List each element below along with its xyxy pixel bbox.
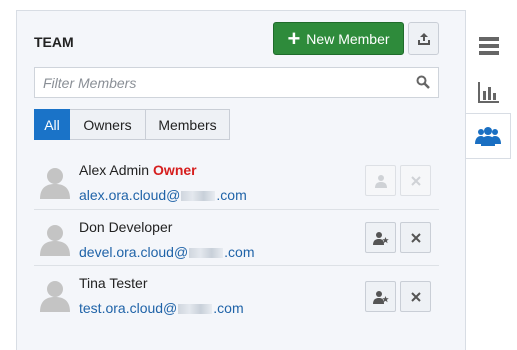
filter-owners-tab[interactable]: Owners <box>70 109 146 140</box>
list-view-tab[interactable] <box>466 26 511 66</box>
close-icon <box>410 291 421 302</box>
remove-member-button[interactable] <box>400 165 431 196</box>
filter-members-tab[interactable]: Members <box>146 109 230 140</box>
upload-button[interactable] <box>408 22 439 55</box>
member-email[interactable]: devel.ora.cloud@ .com <box>79 244 255 260</box>
person-icon <box>374 174 387 188</box>
member-row: Tina Tester test.ora.cloud@ .com <box>34 265 439 320</box>
make-owner-button[interactable] <box>365 281 396 312</box>
make-owner-button[interactable] <box>365 222 396 253</box>
team-tab[interactable] <box>466 113 511 159</box>
filter-members-field[interactable] <box>34 67 439 98</box>
person-star-icon <box>372 231 389 245</box>
member-email[interactable]: test.ora.cloud@ .com <box>79 300 244 316</box>
redacted-domain <box>178 304 213 315</box>
remove-member-button[interactable] <box>400 222 431 253</box>
close-icon <box>410 175 421 186</box>
email-prefix: devel.ora.cloud@ <box>79 244 189 260</box>
team-icon <box>475 127 501 146</box>
filter-members-input[interactable] <box>35 68 421 97</box>
member-name-line: Alex Admin Owner <box>79 162 197 178</box>
member-row: Don Developer devel.ora.cloud@ .com <box>34 209 439 264</box>
filter-all-tab[interactable]: All <box>34 109 70 140</box>
person-silhouette-icon <box>40 225 70 256</box>
team-panel: TEAM + New Member All Owners Members Ale… <box>16 10 466 350</box>
analytics-tab[interactable] <box>466 72 511 112</box>
person-silhouette-icon <box>40 281 70 312</box>
make-owner-button[interactable] <box>365 165 396 196</box>
email-suffix: .com <box>216 187 247 203</box>
email-prefix: test.ora.cloud@ <box>79 300 178 316</box>
bar-chart-icon <box>477 82 499 103</box>
member-name: Don Developer <box>79 219 173 235</box>
new-member-button[interactable]: + New Member <box>273 22 404 55</box>
plus-icon: + <box>287 25 301 51</box>
close-icon <box>410 232 421 243</box>
person-silhouette-icon <box>40 168 70 199</box>
email-suffix: .com <box>213 300 244 316</box>
owner-badge: Owner <box>153 162 197 178</box>
member-filter-tabs: All Owners Members <box>34 109 230 140</box>
search-icon[interactable] <box>416 75 430 89</box>
email-prefix: alex.ora.cloud@ <box>79 187 181 203</box>
member-email[interactable]: alex.ora.cloud@ .com <box>79 187 247 203</box>
member-row: Alex Admin Owner alex.ora.cloud@ .com <box>34 153 439 208</box>
list-icon <box>478 37 499 55</box>
member-name: Alex Admin <box>79 162 150 178</box>
team-title: TEAM <box>34 34 74 50</box>
redacted-domain <box>189 248 224 259</box>
new-member-label: New Member <box>306 30 390 47</box>
person-star-icon <box>372 290 389 304</box>
remove-member-button[interactable] <box>400 281 431 312</box>
email-suffix: .com <box>224 244 255 260</box>
redacted-domain <box>181 191 216 202</box>
member-name: Tina Tester <box>79 275 148 291</box>
upload-icon <box>417 32 430 45</box>
